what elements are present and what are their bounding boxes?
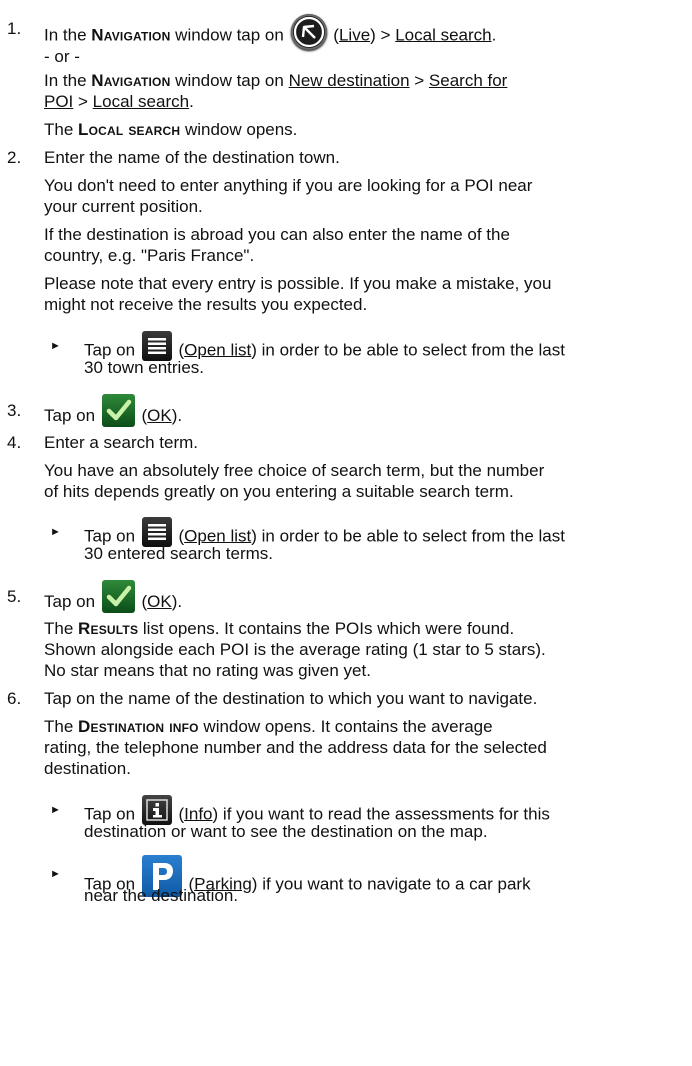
window-name: Results: [78, 619, 139, 638]
local-search-link[interactable]: Local search: [93, 92, 189, 111]
local-search-link[interactable]: Local search: [395, 25, 491, 44]
bullet-line: near the destination.: [84, 886, 239, 905]
paragraph-line: might not receive the results you expect…: [44, 295, 368, 314]
window-name: Navigation: [91, 71, 171, 90]
bullet-line: 30 entered search terms.: [84, 544, 273, 563]
bullet-arrow-icon: ►: [50, 340, 61, 352]
step-2-line: Enter the name of the destination town.: [44, 148, 340, 167]
paragraph-line: your current position.: [44, 197, 203, 216]
paragraph-line: The Results list opens. It contains the …: [44, 619, 515, 638]
paragraph-line: destination.: [44, 759, 131, 778]
step-number: 4.: [7, 433, 22, 452]
live-link[interactable]: Live: [339, 25, 370, 44]
paragraph-line: No star means that no rating was given y…: [44, 661, 371, 680]
step-5-line: Tap on (OK).: [44, 580, 684, 619]
paragraph-line: You don't need to enter anything if you …: [44, 176, 533, 195]
step-number: 2.: [7, 148, 22, 167]
new-destination-link[interactable]: New destination: [289, 71, 410, 90]
bullet-line: destination or want to see the destinati…: [84, 822, 488, 841]
window-name: Navigation: [91, 25, 171, 45]
paragraph-line: You have an absolutely free choice of se…: [44, 461, 545, 480]
ok-checkmark-icon: [101, 394, 135, 427]
paragraph-line: If the destination is abroad you can als…: [44, 225, 510, 244]
paragraph-line: country, e.g. "Paris France".: [44, 246, 255, 265]
step-1-result: The Local search window opens.: [44, 120, 298, 139]
step-number: 1.: [7, 19, 22, 38]
paragraph-line: of hits depends greatly on you entering …: [44, 482, 514, 501]
step-number: 3.: [7, 401, 22, 420]
or-separator: - or -: [44, 47, 80, 66]
bullet-arrow-icon: ►: [50, 804, 61, 816]
live-icon: [290, 14, 327, 50]
window-name: Destination info: [78, 717, 199, 736]
search-for-poi-link[interactable]: Search for: [429, 71, 507, 90]
paragraph-line: Shown alongside each POI is the average …: [44, 640, 546, 659]
window-name: Local search: [78, 120, 181, 139]
ok-link[interactable]: OK: [147, 592, 172, 611]
step-number: 6.: [7, 689, 22, 708]
step-1-alt-line-2: POI > Local search.: [44, 92, 194, 111]
bullet-arrow-icon: ►: [50, 868, 61, 880]
step-number: 5.: [7, 587, 22, 606]
step-6-line: Tap on the name of the destination to wh…: [44, 689, 538, 708]
paragraph-line: rating, the telephone number and the add…: [44, 738, 547, 757]
step-4-line: Enter a search term.: [44, 433, 199, 452]
ok-checkmark-icon: [101, 580, 135, 613]
bullet-arrow-icon: ►: [50, 526, 61, 538]
step-3-line: Tap on (OK).: [44, 394, 684, 433]
paragraph-line: The Destination info window opens. It co…: [44, 717, 493, 736]
step-1-alt-line-1: In the Navigation window tap on New dest…: [44, 71, 508, 90]
paragraph-line: Please note that every entry is possible…: [44, 274, 552, 293]
bullet-line: 30 town entries.: [84, 358, 205, 377]
search-for-poi-link[interactable]: POI: [44, 92, 73, 111]
ok-link[interactable]: OK: [147, 406, 172, 425]
